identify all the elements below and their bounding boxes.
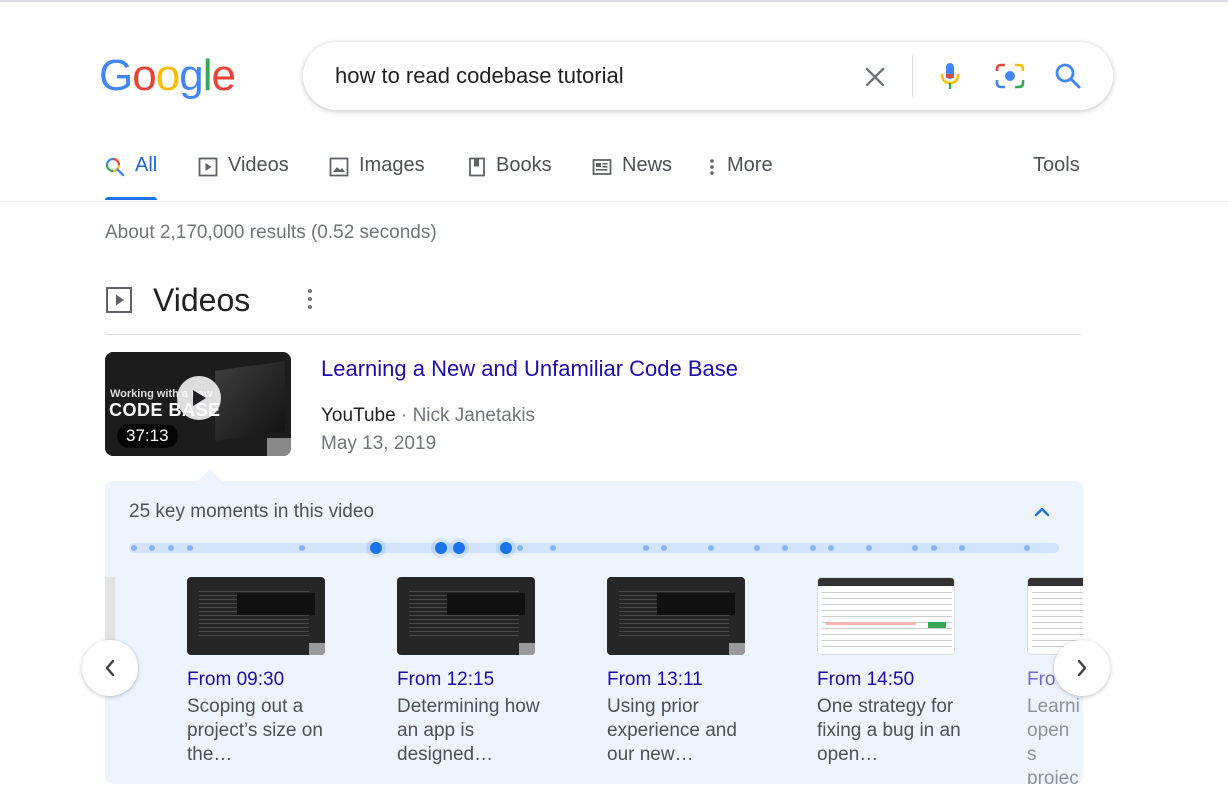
- close-icon: [865, 67, 885, 87]
- collapse-button[interactable]: [1029, 499, 1055, 525]
- tab-books-label: Books: [496, 154, 552, 176]
- video-platform: YouTube: [321, 405, 396, 426]
- timeline-marker-active[interactable]: [370, 542, 382, 554]
- moment-timestamp[interactable]: From 14:50: [817, 669, 967, 691]
- timeline-marker[interactable]: [810, 545, 816, 551]
- tab-videos-label: Videos: [228, 154, 289, 176]
- panel-pointer: [198, 469, 222, 481]
- timeline-marker[interactable]: [782, 545, 788, 551]
- tab-books[interactable]: Books: [468, 154, 552, 200]
- videos-section-title: Videos: [153, 282, 251, 318]
- tab-images[interactable]: Images: [329, 154, 425, 200]
- moment-thumbnail: [397, 577, 535, 655]
- search-button[interactable]: [1051, 59, 1085, 93]
- moment-description: Scoping out a project’s size on the…: [187, 696, 323, 765]
- clear-button[interactable]: [860, 62, 890, 92]
- timeline-marker[interactable]: [866, 545, 872, 551]
- timeline-marker[interactable]: [959, 545, 965, 551]
- timeline-marker-active[interactable]: [453, 542, 465, 554]
- timeline-marker[interactable]: [643, 545, 649, 551]
- key-moment-item[interactable]: From 09:30 Scoping out a project’s size …: [187, 577, 337, 767]
- timeline-marker[interactable]: [550, 545, 556, 551]
- video-title-link[interactable]: Learning a New and Unfamiliar Code Base: [321, 356, 738, 382]
- video-author: Nick Janetakis: [412, 405, 536, 426]
- tabs-divider: [0, 201, 1228, 202]
- more-options-icon[interactable]: [300, 286, 320, 312]
- timeline-marker[interactable]: [828, 545, 834, 551]
- timeline-marker[interactable]: [1024, 545, 1030, 551]
- book-icon: [468, 157, 486, 177]
- moment-description: Learni open s projec: [1027, 696, 1080, 784]
- timeline-marker[interactable]: [168, 545, 174, 551]
- tab-all-label: All: [135, 154, 158, 176]
- result-stats: About 2,170,000 results (0.52 seconds): [105, 222, 437, 243]
- moment-description: Using prior experience and our new…: [607, 696, 737, 765]
- source-separator: ·: [400, 405, 408, 426]
- mic-icon: [940, 63, 960, 89]
- key-moment-item[interactable]: From 12:15 Determining how an app is des…: [397, 577, 547, 767]
- search-icon: [1055, 63, 1081, 89]
- moment-timestamp[interactable]: From 13:11: [607, 669, 757, 691]
- search-input[interactable]: how to read codebase tutorial: [335, 63, 624, 89]
- news-icon: [592, 157, 612, 177]
- key-moments-timeline[interactable]: [129, 542, 1059, 554]
- timeline-marker[interactable]: [708, 545, 714, 551]
- tab-all[interactable]: All: [105, 154, 158, 200]
- moment-timestamp[interactable]: From 12:15: [397, 669, 547, 691]
- top-border: [0, 0, 1228, 2]
- timeline-marker-active[interactable]: [435, 542, 447, 554]
- moment-thumbnail: [607, 577, 745, 655]
- carousel-next-button[interactable]: [1054, 640, 1110, 696]
- video-source: YouTube · Nick Janetakis: [321, 405, 535, 427]
- search-icon: [105, 157, 125, 177]
- tab-news[interactable]: News: [592, 154, 672, 200]
- tab-videos[interactable]: Videos: [198, 154, 289, 200]
- lens-icon: [995, 63, 1025, 89]
- image-icon: [329, 157, 349, 177]
- tools-button[interactable]: Tools: [1033, 154, 1080, 177]
- timeline-marker[interactable]: [754, 545, 760, 551]
- tab-more-label: More: [727, 154, 773, 176]
- moment-description: Determining how an app is designed…: [397, 696, 540, 765]
- tab-more[interactable]: More: [707, 154, 773, 200]
- video-duration: 37:13: [117, 424, 178, 448]
- carousel-prev-button[interactable]: [82, 640, 138, 696]
- moment-thumbnail: [187, 577, 325, 655]
- video-icon: [106, 287, 132, 313]
- voice-search-button[interactable]: [934, 59, 966, 93]
- key-moment-item[interactable]: From 13:11 Using prior experience and ou…: [607, 577, 757, 767]
- moment-description: One strategy for fixing a bug in an open…: [817, 696, 961, 765]
- video-thumbnail[interactable]: Working with a new CODE BASE 37:13: [105, 352, 291, 456]
- more-vert-icon: [707, 157, 717, 177]
- google-logo[interactable]: Google: [99, 48, 236, 104]
- lens-search-button[interactable]: [992, 59, 1028, 93]
- chevron-left-icon: [105, 659, 115, 677]
- timeline-marker[interactable]: [912, 545, 918, 551]
- key-moments-title: 25 key moments in this video: [129, 501, 375, 522]
- search-box[interactable]: how to read codebase tutorial: [303, 42, 1113, 110]
- key-moments-panel: 25 key moments in this video From 09:30: [105, 481, 1083, 784]
- chevron-right-icon: [1077, 659, 1087, 677]
- video-icon: [198, 157, 218, 177]
- timeline-marker[interactable]: [187, 545, 193, 551]
- tab-images-label: Images: [359, 154, 425, 176]
- search-divider: [912, 55, 913, 97]
- timeline-marker[interactable]: [131, 545, 137, 551]
- timeline-marker[interactable]: [661, 545, 667, 551]
- moment-timestamp[interactable]: From 09:30: [187, 669, 337, 691]
- timeline-marker[interactable]: [299, 545, 305, 551]
- moment-thumbnail: [817, 577, 955, 655]
- chevron-up-icon: [1034, 507, 1050, 517]
- key-moment-item[interactable]: From 14:50 One strategy for fixing a bug…: [817, 577, 967, 767]
- tab-news-label: News: [622, 154, 673, 176]
- play-icon[interactable]: [177, 376, 221, 420]
- timeline-marker[interactable]: [517, 545, 523, 551]
- videos-section-icon-wrap: [105, 280, 133, 320]
- timeline-marker[interactable]: [149, 545, 155, 551]
- section-divider: [105, 334, 1081, 335]
- timeline-marker-active[interactable]: [500, 542, 512, 554]
- timeline-marker[interactable]: [931, 545, 937, 551]
- video-date: May 13, 2019: [321, 433, 437, 454]
- channel-avatar: [267, 438, 291, 456]
